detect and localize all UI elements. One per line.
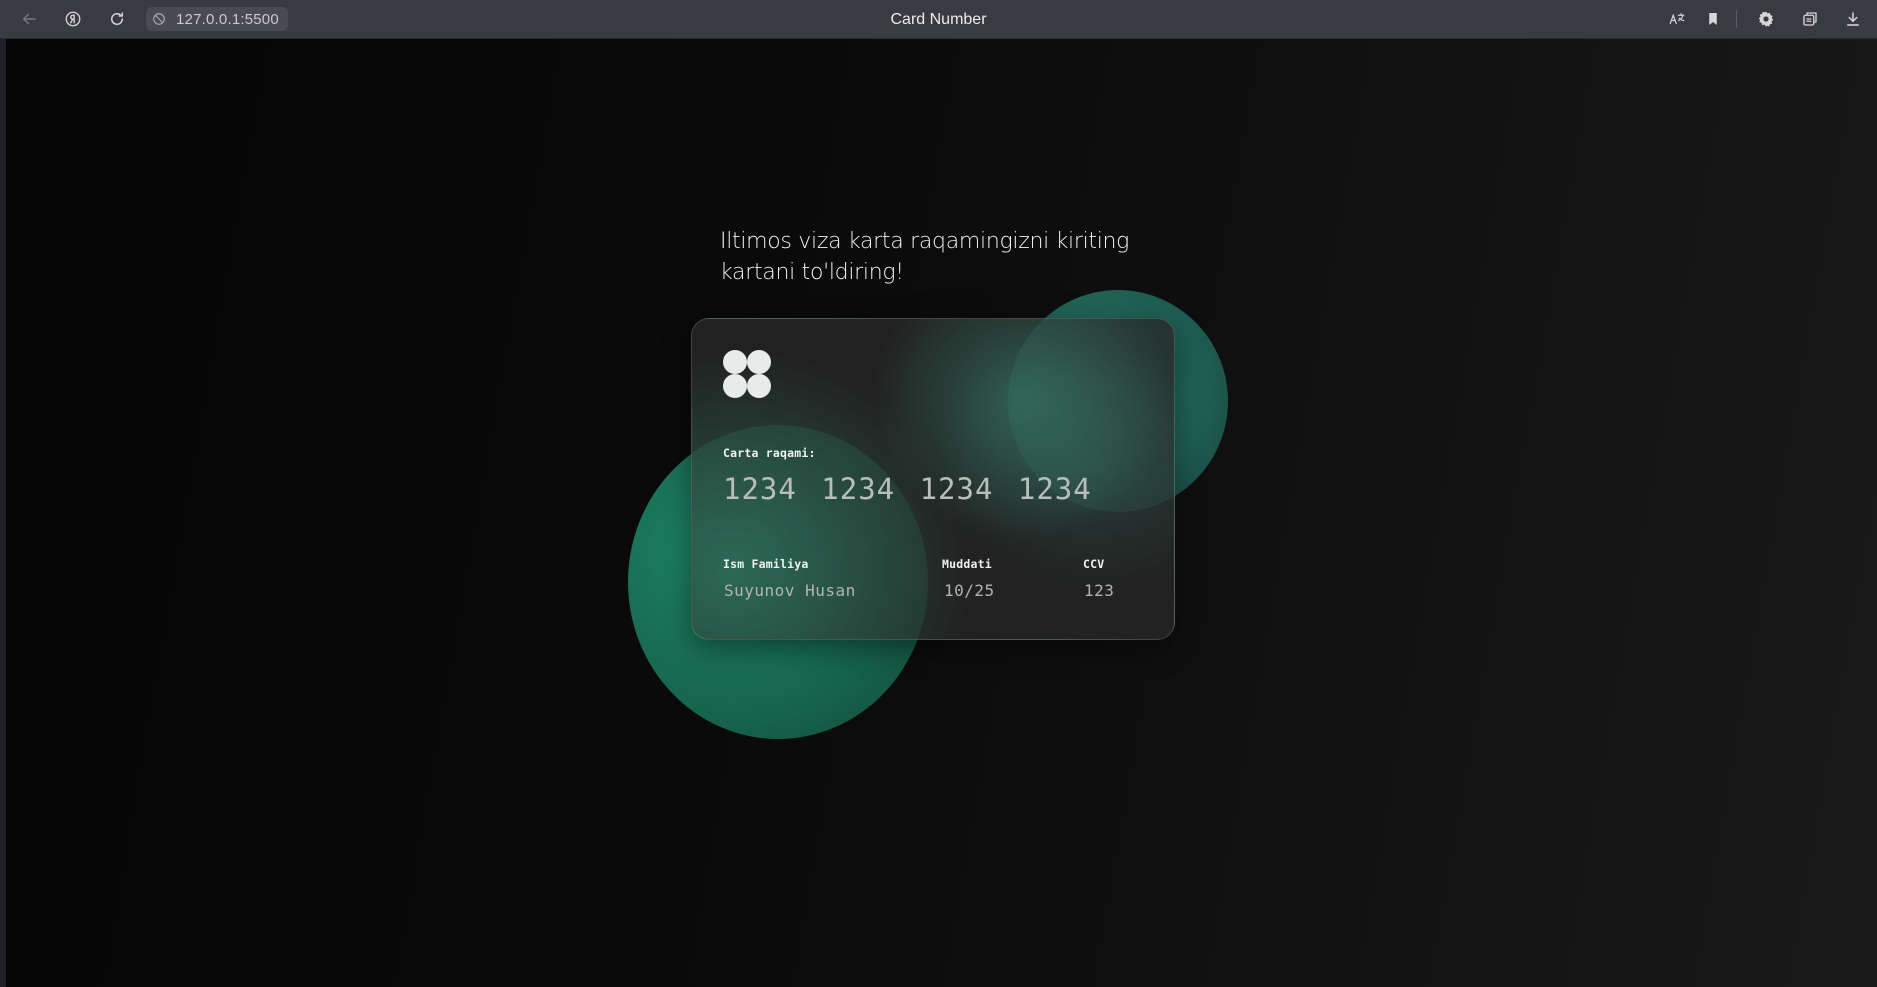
translate-icon	[1669, 13, 1685, 25]
toolbar-separator	[1736, 10, 1737, 28]
arrow-left-icon	[23, 13, 36, 25]
tabs-button[interactable]	[1797, 6, 1823, 32]
browser-toolbar: 127.0.0.1:5500 Card Number	[0, 0, 1877, 39]
yandex-icon	[65, 11, 81, 27]
credit-card: Carta raqami: 1234 1234 1234 1234 Ism Fa…	[691, 318, 1175, 640]
card-number-label: Carta raqami:	[723, 446, 816, 460]
tabs-icon	[1803, 12, 1817, 26]
reload-button[interactable]	[104, 6, 130, 32]
bookmark-button[interactable]	[1700, 6, 1726, 32]
heading-line-2: kartani to'ldiring!	[720, 260, 904, 285]
heading-line-1: Iltimos viza karta raqamingizni kiriting	[720, 229, 1130, 254]
browser-window: 127.0.0.1:5500 Card Number Iltimos viza …	[0, 0, 1877, 987]
name-input[interactable]: Suyunov Husan	[724, 581, 856, 600]
reload-icon	[111, 12, 123, 25]
download-button[interactable]	[1840, 6, 1866, 32]
ccv-input[interactable]: 123	[1084, 581, 1114, 600]
four-circles-logo-icon	[722, 349, 772, 399]
page-viewport: Iltimos viza karta raqamingizni kiriting…	[6, 39, 1877, 987]
settings-button[interactable]	[1753, 6, 1779, 32]
page-heading: Iltimos viza karta raqamingizni kiriting…	[720, 226, 1140, 288]
back-button[interactable]	[16, 6, 42, 32]
translate-button[interactable]	[1664, 6, 1690, 32]
bookmark-icon	[1709, 13, 1717, 25]
ccv-label: CCV	[1083, 557, 1105, 571]
name-label: Ism Familiya	[723, 557, 809, 571]
site-info-icon[interactable]	[150, 10, 168, 28]
card-number-input[interactable]: 1234 1234 1234 1234	[723, 472, 1092, 506]
expiry-label: Muddati	[942, 557, 992, 571]
expiry-input[interactable]: 10/25	[944, 581, 995, 600]
address-bar[interactable]: 127.0.0.1:5500	[146, 7, 288, 31]
download-icon	[1847, 12, 1859, 26]
url-text[interactable]: 127.0.0.1:5500	[176, 11, 279, 28]
gear-icon	[1758, 11, 1774, 27]
yandex-button[interactable]	[60, 6, 86, 32]
